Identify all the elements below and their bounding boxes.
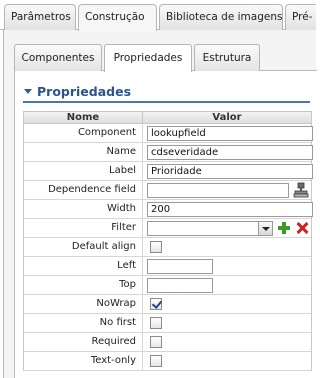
property-row-filter: Filter [24, 219, 311, 238]
property-row-name: Name cdseveridade [24, 143, 313, 162]
close-icon[interactable] [295, 221, 309, 235]
top-tab-bar: Parâmetros Construção Biblioteca de imag… [0, 0, 316, 31]
chevron-down-icon[interactable] [24, 89, 32, 94]
section-title: Propriedades [37, 84, 132, 99]
chevron-down-icon[interactable] [258, 222, 272, 235]
required-checkbox[interactable] [150, 336, 162, 348]
property-label: Label [24, 162, 143, 180]
tab-parametros[interactable]: Parâmetros [4, 4, 76, 30]
column-header-name: Nome [24, 112, 143, 123]
tab-propriedades[interactable]: Propriedades [104, 44, 192, 72]
property-row-nowrap: NoWrap [24, 295, 311, 314]
tab-label: Construção [85, 11, 145, 23]
property-row-no-first: No first [24, 314, 311, 333]
property-label: Component [24, 124, 143, 142]
plus-icon[interactable] [277, 221, 291, 235]
tab-label: Biblioteca de imagens [166, 11, 283, 23]
property-label: Name [24, 143, 143, 161]
label-field[interactable]: Prioridade [147, 164, 313, 179]
grid-header: Nome Valor [24, 112, 311, 124]
stamp-icon[interactable] [293, 182, 309, 198]
default-align-checkbox[interactable] [150, 241, 162, 253]
property-row-width: Width 200 [24, 200, 313, 219]
property-label: Text-only [24, 352, 143, 370]
name-field[interactable]: cdseveridade [147, 145, 313, 160]
filter-select[interactable] [147, 221, 273, 236]
property-label: Width [24, 200, 143, 218]
tab-label: Propriedades [113, 52, 183, 64]
width-field[interactable]: 200 [147, 202, 313, 217]
property-label: Dependence field [24, 181, 143, 199]
property-row-text-only: Text-only [24, 352, 311, 371]
tab-construcao[interactable]: Construção [78, 4, 157, 31]
property-label: No first [24, 314, 143, 332]
tab-label: Componentes [21, 52, 95, 64]
property-label: Default align [24, 238, 143, 256]
tab-label: Estrutura [202, 52, 252, 64]
tab-label: Pré- [292, 11, 313, 23]
tab-estrutura[interactable]: Estrutura [194, 44, 260, 71]
property-label: NoWrap [24, 295, 143, 313]
tab-pre[interactable]: Pré- [285, 4, 316, 30]
property-row-default-align: Default align [24, 238, 311, 257]
property-row-dependence-field: Dependence field [24, 181, 311, 200]
component-field[interactable]: lookupfield [147, 126, 313, 141]
tab-biblioteca-de-imagens[interactable]: Biblioteca de imagens [159, 4, 283, 30]
properties-editor: Parâmetros Construção Biblioteca de imag… [0, 0, 317, 378]
text-only-checkbox[interactable] [150, 355, 162, 367]
left-field[interactable] [147, 259, 213, 274]
property-row-component: Component lookupfield [24, 124, 313, 143]
column-header-value: Valor [212, 112, 242, 123]
property-label: Left [24, 257, 143, 275]
property-row-label: Label Prioridade [24, 162, 313, 181]
main-panel: Componentes Propriedades Estrutura Propr… [3, 30, 317, 378]
property-label: Top [24, 276, 143, 294]
tab-label: Parâmetros [11, 11, 71, 23]
no-first-checkbox[interactable] [150, 317, 162, 329]
properties-content: Propriedades Nome Valor Component lookup… [14, 71, 317, 378]
nowrap-checkbox[interactable] [150, 298, 162, 310]
section-header[interactable]: Propriedades [23, 83, 310, 103]
sub-tab-bar: Componentes Propriedades Estrutura [14, 42, 317, 72]
tab-componentes[interactable]: Componentes [14, 44, 102, 71]
property-row-left: Left [24, 257, 311, 276]
property-label: Required [24, 333, 143, 351]
property-row-top: Top [24, 276, 311, 295]
dependence-field[interactable] [147, 183, 289, 198]
property-grid: Nome Valor Component lookupfield Name cd… [23, 111, 313, 371]
top-field[interactable] [147, 278, 213, 293]
property-label: Filter [24, 219, 143, 237]
property-row-required: Required [24, 333, 311, 352]
